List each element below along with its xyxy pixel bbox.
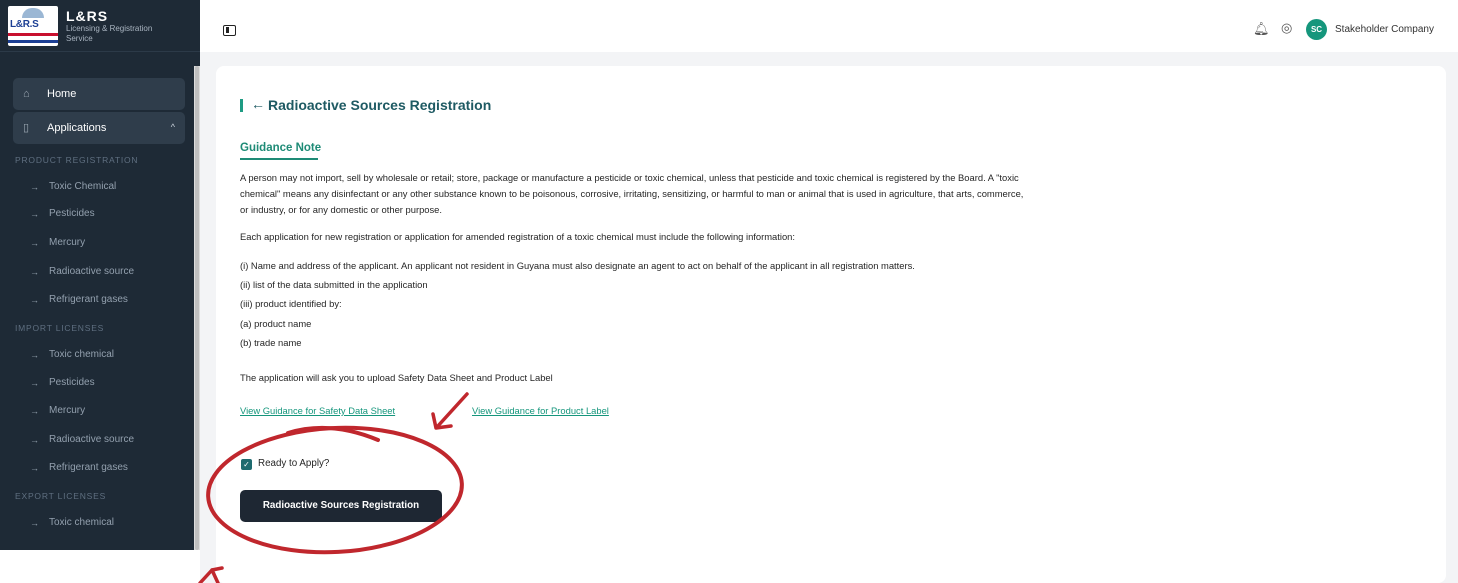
brand-logo: L&R.S bbox=[8, 5, 58, 46]
avatar[interactable]: SC bbox=[1306, 19, 1327, 40]
list-item: (i) Name and address of the applicant. A… bbox=[240, 260, 915, 271]
upload-note: The application will ask you to upload S… bbox=[240, 372, 553, 383]
section-title: PRODUCT REGISTRATION bbox=[15, 155, 139, 165]
guidance-paragraph: Each application for new registration or… bbox=[240, 231, 795, 242]
sidebar-item[interactable]: → Radioactive source bbox=[30, 266, 134, 277]
arrow-right-icon: → bbox=[30, 349, 39, 360]
sidebar-item[interactable]: → Toxic chemical bbox=[30, 349, 114, 360]
section-title: IMPORT LICENSES bbox=[15, 323, 105, 333]
sidebar-item[interactable]: → Mercury bbox=[30, 405, 85, 416]
back-arrow-icon[interactable]: ← bbox=[251, 96, 265, 112]
arrow-right-icon: → bbox=[30, 181, 39, 192]
sidebar-item-label: Home bbox=[47, 88, 77, 100]
arrow-right-icon: → bbox=[30, 405, 39, 416]
sidebar: L&R.S L&RS Licensing & Registration Serv… bbox=[0, 0, 200, 550]
ready-checkbox[interactable]: ✓ bbox=[241, 459, 252, 470]
guidance-paragraph: or industry, or for any domestic or othe… bbox=[240, 204, 443, 215]
sidebar-item[interactable]: → Radioactive source bbox=[30, 434, 134, 445]
sidebar-toggle-icon[interactable] bbox=[223, 25, 236, 36]
arrow-right-icon: → bbox=[30, 377, 39, 388]
link-sds-guidance[interactable]: View Guidance for Safety Data Sheet bbox=[240, 405, 395, 416]
ready-checkbox-label[interactable]: Ready to Apply? bbox=[258, 458, 329, 469]
arrow-right-icon: → bbox=[30, 237, 39, 248]
sidebar-item[interactable]: → Refrigerant gases bbox=[30, 294, 128, 305]
guidance-title: Guidance Note bbox=[240, 142, 322, 154]
brand-title: L&RS bbox=[66, 7, 109, 24]
sidebar-item[interactable]: → Mercury bbox=[30, 237, 85, 248]
link-label-guidance[interactable]: View Guidance for Product Label bbox=[472, 405, 609, 416]
sidebar-item[interactable]: → Pesticides bbox=[30, 377, 95, 388]
home-icon: ⌂ bbox=[23, 88, 30, 100]
sidebar-item-applications[interactable]: ▯ Applications ^ bbox=[13, 112, 185, 144]
sidebar-item[interactable]: → Refrigerant gases bbox=[30, 462, 128, 473]
brand[interactable]: L&R.S L&RS Licensing & Registration Serv… bbox=[0, 0, 200, 52]
sidebar-scrollbar-thumb[interactable] bbox=[195, 66, 199, 550]
list-item: (ii) list of the data submitted in the a… bbox=[240, 279, 428, 290]
sidebar-item-label: Applications bbox=[47, 122, 107, 134]
page-title: Radioactive Sources Registration bbox=[268, 97, 492, 113]
palette-icon[interactable]: ◎ bbox=[1281, 20, 1292, 36]
arrow-right-icon: → bbox=[30, 434, 39, 445]
sidebar-item[interactable]: → Toxic chemical bbox=[30, 517, 114, 528]
brand-subtitle: Licensing & Registration Service bbox=[66, 23, 153, 43]
sidebar-item[interactable]: → Toxic Chemical bbox=[30, 181, 116, 192]
guidance-paragraph: A person may not import, sell by wholesa… bbox=[240, 172, 1019, 183]
list-item: (iii) product identified by: bbox=[240, 298, 342, 309]
chevron-up-icon: ^ bbox=[170, 122, 175, 132]
guidance-underline bbox=[240, 158, 318, 160]
heading-accent-bar bbox=[240, 99, 243, 112]
arrow-right-icon: → bbox=[30, 266, 39, 277]
sidebar-item-home[interactable]: ⌂ Home bbox=[13, 78, 185, 110]
bell-icon[interactable]: 🔔︎ bbox=[1253, 21, 1270, 37]
user-name[interactable]: Stakeholder Company bbox=[1335, 24, 1434, 35]
arrow-right-icon: → bbox=[30, 517, 39, 528]
section-title: EXPORT LICENSES bbox=[15, 491, 107, 501]
list-item: (b) trade name bbox=[240, 337, 302, 348]
sidebar-item[interactable]: → Pesticides bbox=[30, 208, 95, 219]
arrow-right-icon: → bbox=[30, 294, 39, 305]
guidance-paragraph: chemical" means any disinfectant or any … bbox=[240, 188, 1024, 199]
submit-registration-button[interactable]: Radioactive Sources Registration bbox=[240, 490, 442, 522]
list-item: (a) product name bbox=[240, 318, 312, 329]
topbar: 🔔︎ ◎ SC Stakeholder Company bbox=[200, 0, 1458, 52]
document-icon: ▯ bbox=[23, 122, 30, 134]
arrow-right-icon: → bbox=[30, 462, 39, 473]
arrow-right-icon: → bbox=[30, 208, 39, 219]
